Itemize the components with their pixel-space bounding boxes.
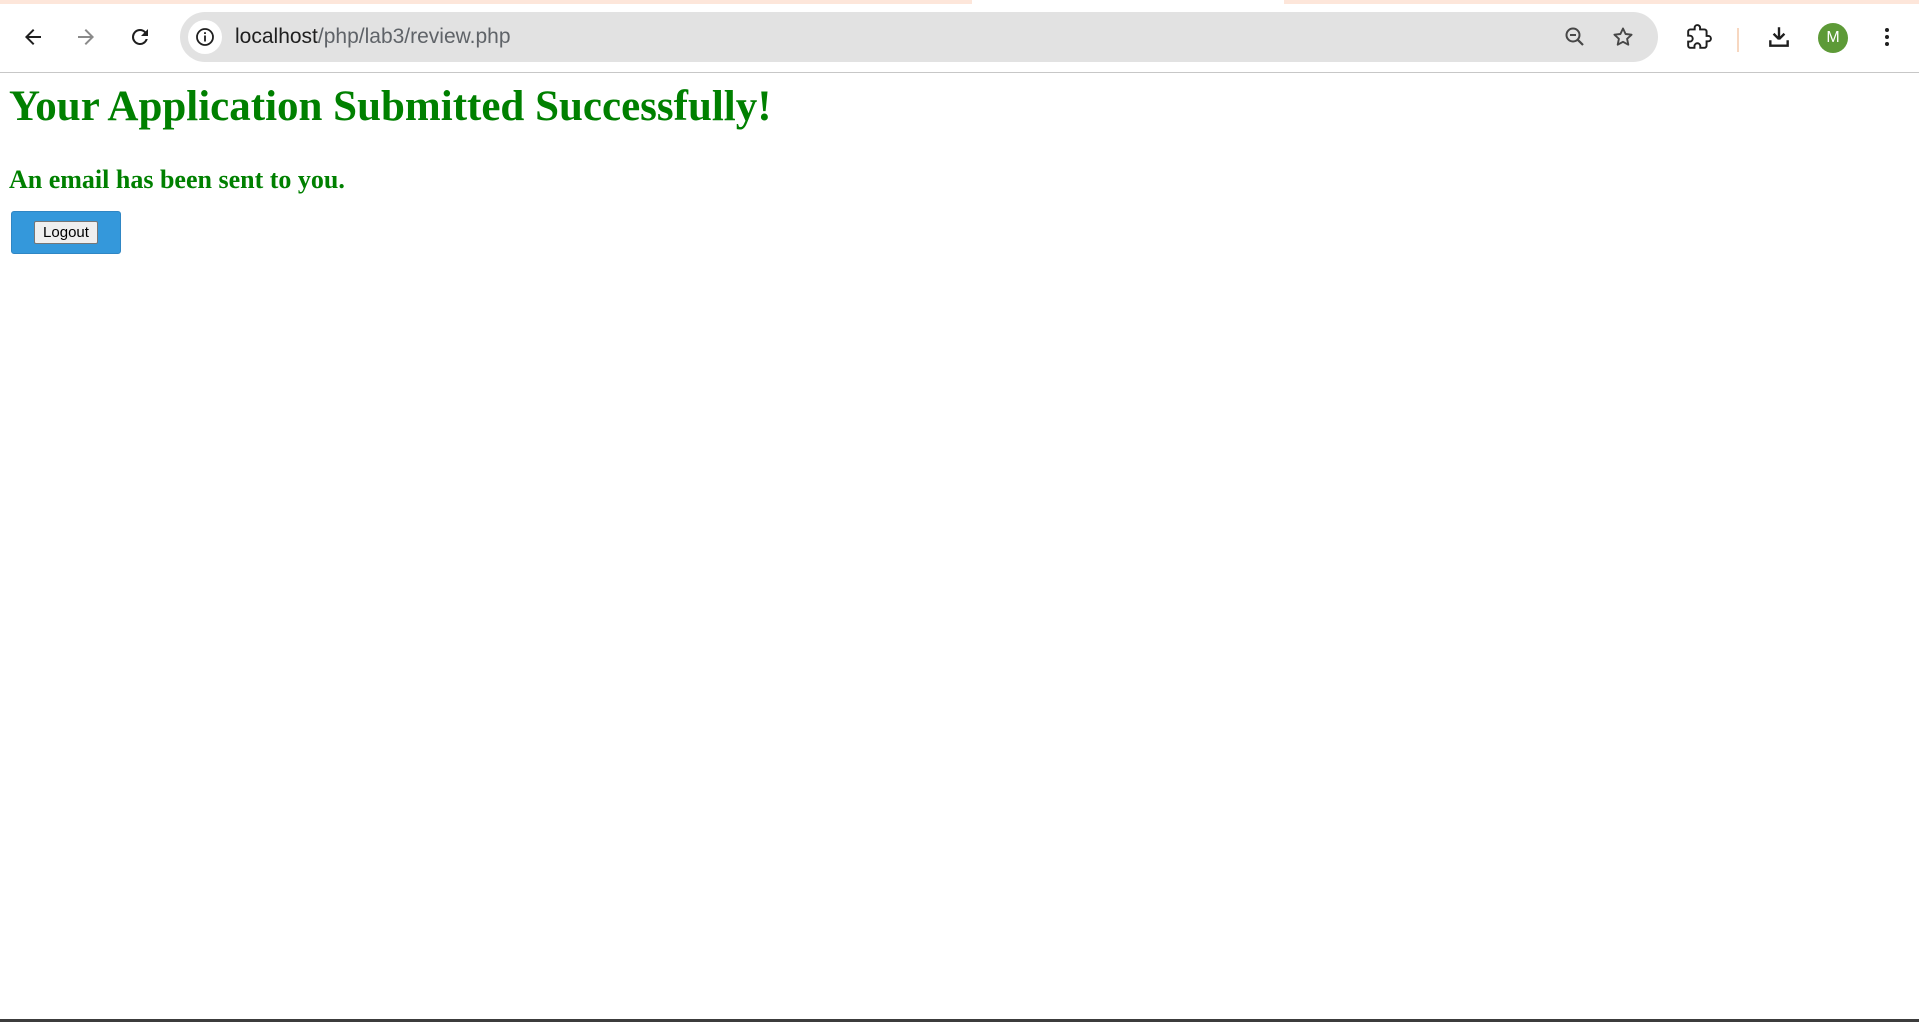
star-icon: [1613, 27, 1633, 46]
browser-menu-button[interactable]: [1867, 17, 1907, 57]
zoom-out-icon: [1565, 27, 1584, 46]
address-bar[interactable]: localhost/php/lab3/review.php: [180, 12, 1658, 62]
back-button[interactable]: [13, 17, 53, 57]
page-title: Your Application Submitted Successfully!: [9, 83, 772, 130]
url-path: /php/lab3/review.php: [317, 25, 511, 48]
reload-button[interactable]: [120, 17, 160, 57]
reload-icon: [131, 28, 148, 45]
browser-window: localhost/php/lab3/review.php M Your App…: [0, 0, 1919, 1022]
email-sent-message: An email has been sent to you.: [9, 165, 345, 194]
bookmark-button[interactable]: [1606, 20, 1640, 54]
logout-button[interactable]: Logout: [34, 221, 98, 244]
page-content: Your Application Submitted Successfully!…: [0, 73, 1919, 1019]
profile-avatar[interactable]: M: [1818, 23, 1848, 53]
info-icon: [196, 28, 214, 46]
download-icon: [1769, 27, 1789, 47]
arrow-right-icon: [78, 29, 94, 45]
toolbar-divider: [1737, 28, 1739, 52]
zoom-button[interactable]: [1558, 20, 1592, 54]
arrow-left-icon: [25, 29, 41, 45]
browser-toolbar: localhost/php/lab3/review.php M: [0, 4, 1919, 73]
kebab-menu-icon: [1885, 28, 1889, 46]
puzzle-icon: [1687, 24, 1712, 49]
downloads-button[interactable]: [1759, 17, 1799, 57]
extensions-button[interactable]: [1679, 17, 1719, 57]
url-host: localhost: [235, 25, 318, 48]
url-text[interactable]: localhost/php/lab3/review.php: [235, 12, 511, 62]
logout-button-container: Logout: [11, 211, 121, 254]
site-info-button[interactable]: [188, 20, 222, 54]
forward-button[interactable]: [66, 17, 106, 57]
